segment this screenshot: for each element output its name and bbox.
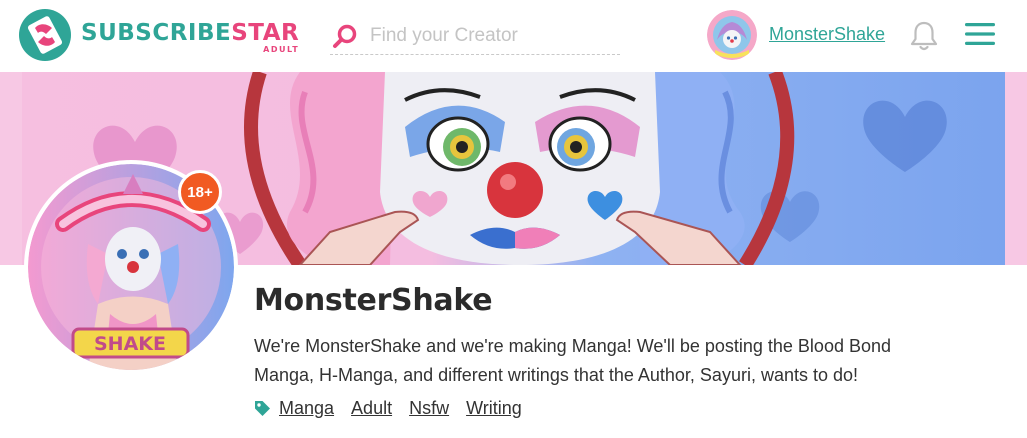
tag-adult[interactable]: Adult [351, 398, 392, 419]
logo-text-subscribe: SUBSCRIBE [81, 20, 232, 46]
tag-nsfw[interactable]: Nsfw [409, 398, 449, 419]
logo-text-adult: ADULT [263, 45, 300, 54]
hamburger-menu-icon[interactable] [964, 21, 996, 47]
search-input[interactable] [370, 24, 610, 47]
creator-tags: Manga Adult Nsfw Writing [254, 398, 539, 419]
subscribestar-logo[interactable]: SUBSCRIBESTAR ADULT [18, 8, 299, 62]
user-profile-link[interactable]: MonsterShake [769, 24, 885, 45]
subscribestar-logo-icon [19, 9, 71, 61]
user-avatar[interactable] [707, 10, 757, 60]
creator-bio: We're MonsterShake and we're making Mang… [254, 336, 892, 385]
tag-manga[interactable]: Manga [279, 398, 334, 419]
tag-writing[interactable]: Writing [466, 398, 522, 419]
bell-icon[interactable] [909, 20, 939, 52]
svg-text:SHAKE: SHAKE [94, 333, 166, 355]
user-avatar-image [707, 10, 757, 60]
creator-search [330, 17, 620, 55]
top-header: SUBSCRIBESTAR ADULT MonsterShake [0, 0, 1027, 72]
logo-wordmark: SUBSCRIBESTAR ADULT [81, 20, 300, 54]
age-restriction-badge: 18+ [178, 170, 222, 214]
tag-icon [255, 401, 270, 416]
search-icon[interactable] [332, 23, 358, 49]
logo-text-star: STAR [231, 20, 300, 46]
creator-name: MonsterShake [254, 283, 493, 318]
